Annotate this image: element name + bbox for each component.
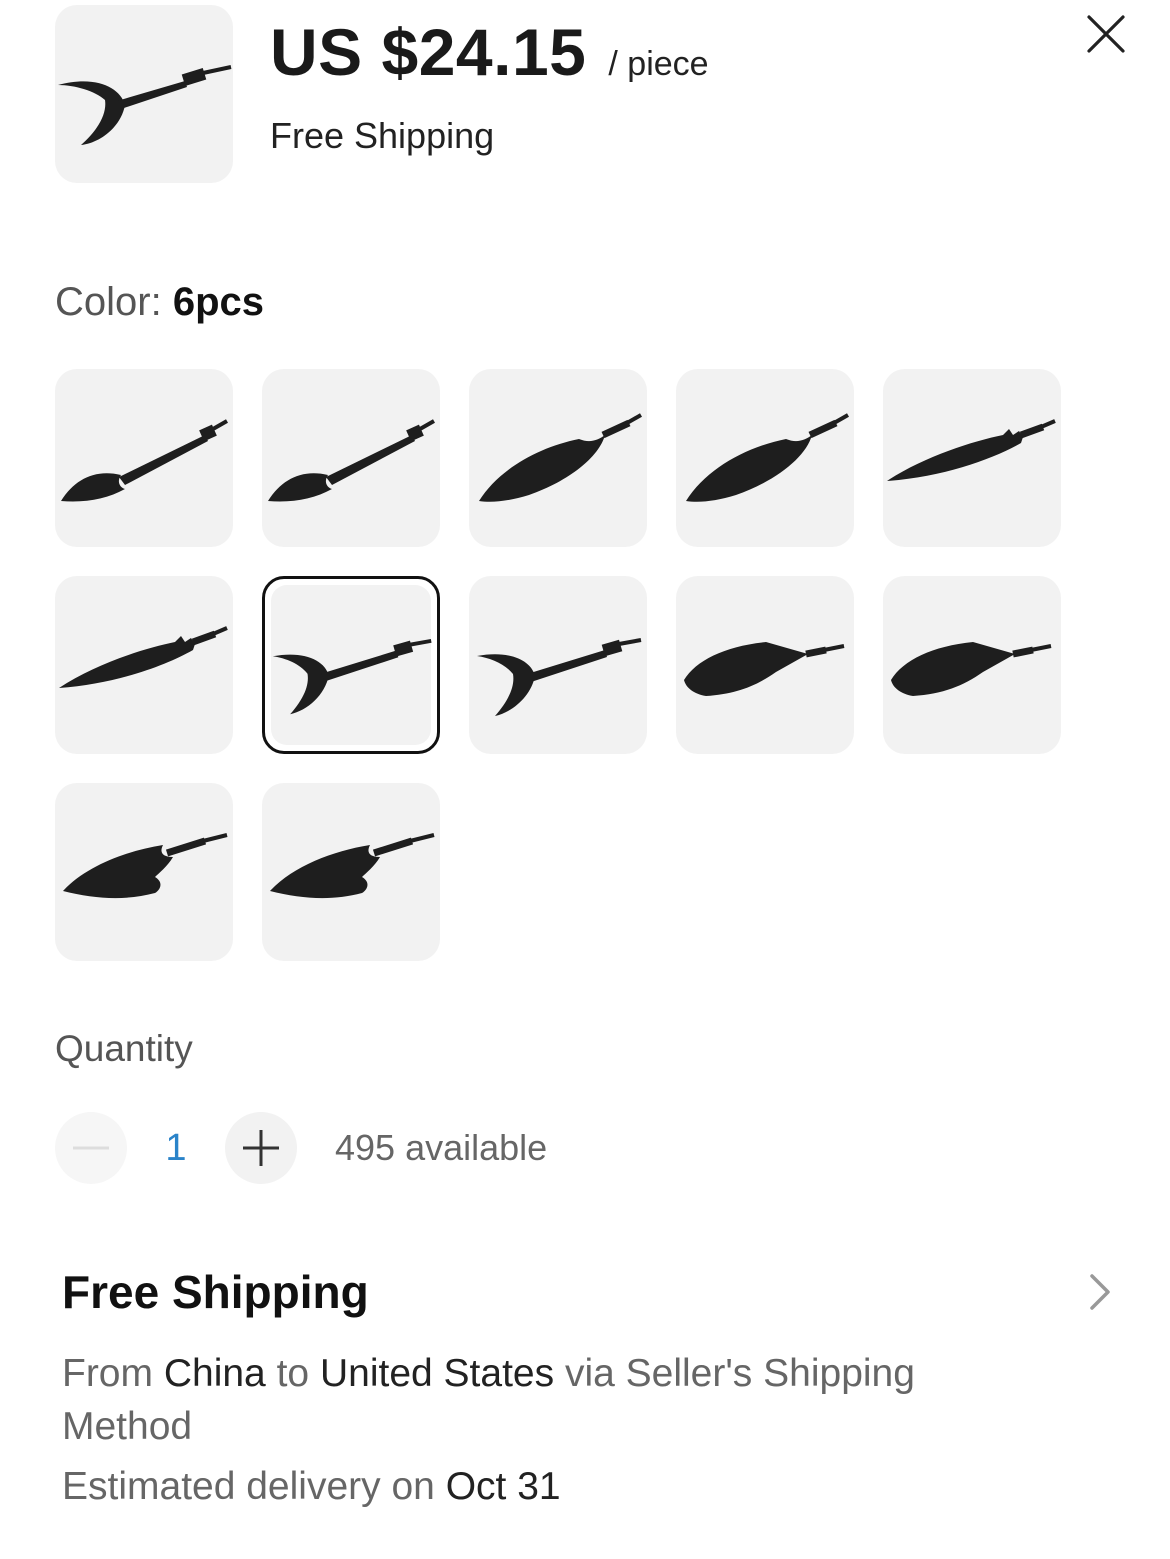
spade-arrowhead-icon	[268, 419, 435, 502]
shipping-summary: Free Shipping	[270, 115, 495, 156]
color-option-4[interactable]	[676, 369, 854, 547]
color-option-1[interactable]	[55, 369, 233, 547]
decrease-quantity-button[interactable]	[55, 1112, 127, 1184]
crescent-arrowhead-icon	[272, 638, 432, 715]
dart-arrowhead-icon	[59, 626, 228, 688]
spade-arrowhead-icon	[61, 419, 228, 502]
increase-quantity-button[interactable]	[225, 1112, 297, 1184]
color-option-6[interactable]	[55, 576, 233, 754]
color-selected-value: 6pcs	[172, 280, 264, 324]
quantity-value[interactable]: 1	[127, 1127, 225, 1170]
route-origin: China	[163, 1352, 266, 1395]
minus-icon	[73, 1146, 109, 1150]
color-label: Color: 6pcs	[55, 280, 264, 325]
wide-arrowhead-icon	[891, 642, 1052, 696]
product-thumbnail	[55, 5, 233, 183]
color-option-5[interactable]	[883, 369, 1061, 547]
shipping-title: Free Shipping	[62, 1266, 369, 1318]
price: US $24.15	[270, 15, 587, 89]
quantity-label: Quantity	[55, 1028, 193, 1069]
color-label-text: Color:	[55, 280, 162, 324]
color-option-7[interactable]	[262, 576, 440, 754]
barbed-arrowhead-icon	[270, 833, 435, 899]
eta-date: Oct 31	[445, 1465, 561, 1508]
plus-icon	[243, 1130, 279, 1166]
color-option-9[interactable]	[676, 576, 854, 754]
close-icon	[1087, 15, 1125, 53]
crescent-arrowhead-icon	[477, 638, 642, 716]
crescent-arrowhead-icon	[58, 65, 232, 145]
price-row: US $24.15 / piece	[270, 14, 709, 90]
color-option-11[interactable]	[55, 783, 233, 961]
delivery-estimate: Estimated delivery on Oct 31	[62, 1465, 1122, 1509]
shipping-route: From China to United States via Seller's…	[62, 1347, 962, 1453]
barbed-arrowhead-icon	[63, 833, 228, 899]
color-option-8[interactable]	[469, 576, 647, 754]
price-unit: / piece	[608, 45, 709, 83]
color-option-12[interactable]	[262, 783, 440, 961]
shipping-details[interactable]: Free Shipping From China to United State…	[62, 1265, 1122, 1509]
quantity-stepper: 1 495 available	[55, 1112, 547, 1184]
eta-text: Estimated delivery on	[62, 1465, 435, 1508]
color-option-2[interactable]	[262, 369, 440, 547]
color-option-3[interactable]	[469, 369, 647, 547]
color-option-10[interactable]	[883, 576, 1061, 754]
wide-arrowhead-icon	[684, 642, 845, 696]
dart-arrowhead-icon	[887, 419, 1056, 481]
available-stock: 495 available	[335, 1127, 548, 1168]
route-from-word: From	[62, 1352, 153, 1395]
leaf-arrowhead-icon	[479, 413, 642, 502]
close-button[interactable]	[1078, 6, 1134, 62]
chevron-right-icon[interactable]	[1086, 1272, 1114, 1312]
leaf-arrowhead-icon	[686, 413, 849, 502]
route-destination: United States	[319, 1352, 555, 1395]
route-to-word: to	[276, 1352, 310, 1395]
